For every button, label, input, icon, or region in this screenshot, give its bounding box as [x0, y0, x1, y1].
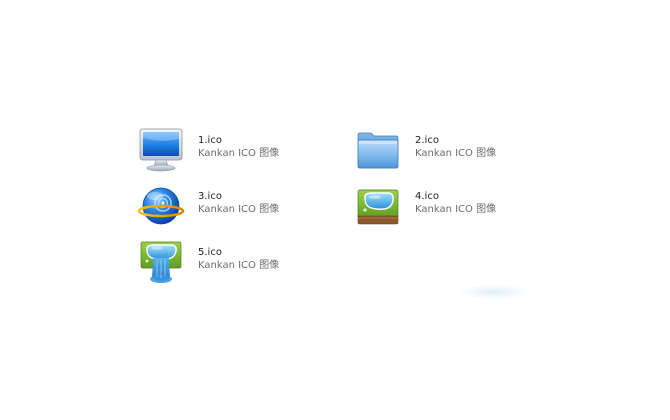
- file-name: 1.ico: [198, 135, 222, 146]
- file-type: Kankan ICO 图像: [198, 260, 280, 271]
- file-item-2[interactable]: 2.ico Kankan ICO 图像: [354, 126, 544, 174]
- file-item-1[interactable]: 1.ico Kankan ICO 图像: [137, 126, 327, 174]
- file-type: Kankan ICO 图像: [415, 148, 497, 159]
- file-name: 3.ico: [198, 191, 222, 202]
- file-item-5[interactable]: 5.ico Kankan ICO 图像: [137, 238, 327, 286]
- file-name: 5.ico: [198, 247, 222, 258]
- file-name: 2.ico: [415, 135, 439, 146]
- file-type: Kankan ICO 图像: [198, 204, 280, 215]
- folder-icon: [354, 126, 402, 174]
- file-name: 4.ico: [415, 191, 439, 202]
- file-item-3[interactable]: 3.ico Kankan ICO 图像: [137, 182, 327, 230]
- monitor-icon: [137, 126, 185, 174]
- file-type: Kankan ICO 图像: [415, 204, 497, 215]
- globe-icon: [137, 182, 185, 230]
- file-item-4[interactable]: 4.ico Kankan ICO 图像: [354, 182, 544, 230]
- file-type: Kankan ICO 图像: [198, 148, 280, 159]
- selection-glare: [458, 284, 530, 300]
- lake-tile-icon: [354, 182, 402, 230]
- lake-waterfall-icon: [137, 238, 185, 286]
